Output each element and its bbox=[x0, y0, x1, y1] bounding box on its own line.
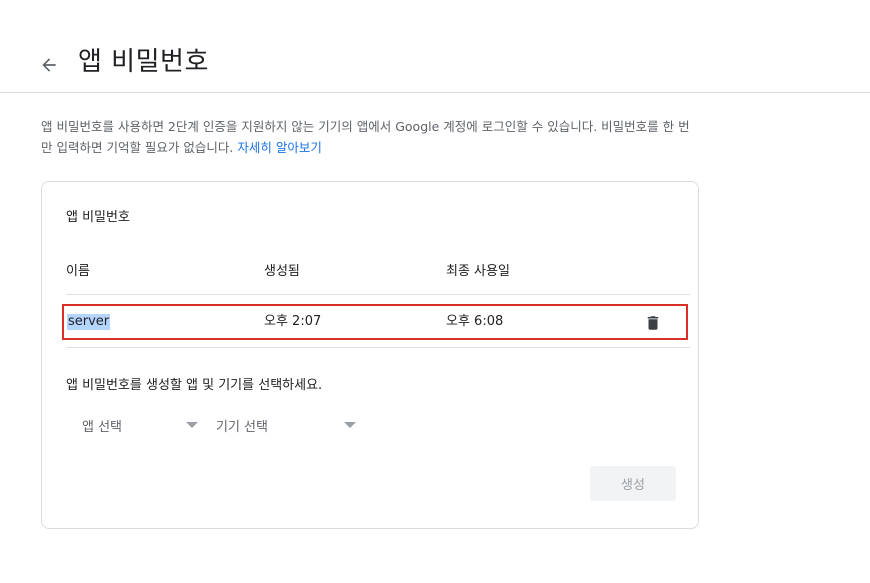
row-last-used: 오후 6:08 bbox=[446, 314, 504, 329]
table-row: server 오후 2:07 오후 6:08 bbox=[62, 304, 688, 340]
page-title: 앱 비밀번호 bbox=[78, 47, 209, 77]
back-button[interactable] bbox=[34, 50, 64, 80]
generate-button[interactable]: 생성 bbox=[590, 466, 676, 501]
app-passwords-card: 앱 비밀번호 이름 생성됨 최종 사용일 server 오후 2:07 오후 6… bbox=[41, 181, 699, 529]
table-divider bbox=[66, 347, 690, 348]
page-header: 앱 비밀번호 bbox=[0, 0, 870, 93]
row-created: 오후 2:07 bbox=[264, 314, 322, 329]
trash-icon bbox=[647, 316, 659, 330]
app-select-label: 앱 선택 bbox=[82, 420, 123, 435]
device-select[interactable]: 기기 선택 bbox=[216, 413, 356, 437]
instruction-text: 앱 비밀번호를 생성할 앱 및 기기를 선택하세요. bbox=[66, 378, 323, 393]
device-select-label: 기기 선택 bbox=[216, 420, 268, 435]
column-header-name: 이름 bbox=[66, 264, 90, 279]
dropdown-arrow-icon bbox=[186, 422, 198, 428]
description: 앱 비밀번호를 사용하면 2단계 인증을 지원하지 않는 기기의 앱에서 Goo… bbox=[41, 116, 701, 158]
learn-more-link[interactable]: 자세히 알아보기 bbox=[237, 140, 321, 155]
arrow-left-icon bbox=[42, 58, 56, 72]
app-passwords-page: 앱 비밀번호 앱 비밀번호를 사용하면 2단계 인증을 지원하지 않는 기기의 … bbox=[0, 0, 870, 583]
table-divider bbox=[66, 294, 690, 295]
column-header-last-used: 최종 사용일 bbox=[446, 264, 510, 279]
app-select[interactable]: 앱 선택 bbox=[82, 413, 198, 437]
description-text: 앱 비밀번호를 사용하면 2단계 인증을 지원하지 않는 기기의 앱에서 Goo… bbox=[41, 119, 690, 155]
dropdown-arrow-icon bbox=[344, 422, 356, 428]
delete-button[interactable] bbox=[642, 312, 664, 334]
row-name: server bbox=[67, 314, 111, 330]
column-header-created: 생성됨 bbox=[264, 264, 300, 279]
card-title: 앱 비밀번호 bbox=[66, 210, 130, 225]
